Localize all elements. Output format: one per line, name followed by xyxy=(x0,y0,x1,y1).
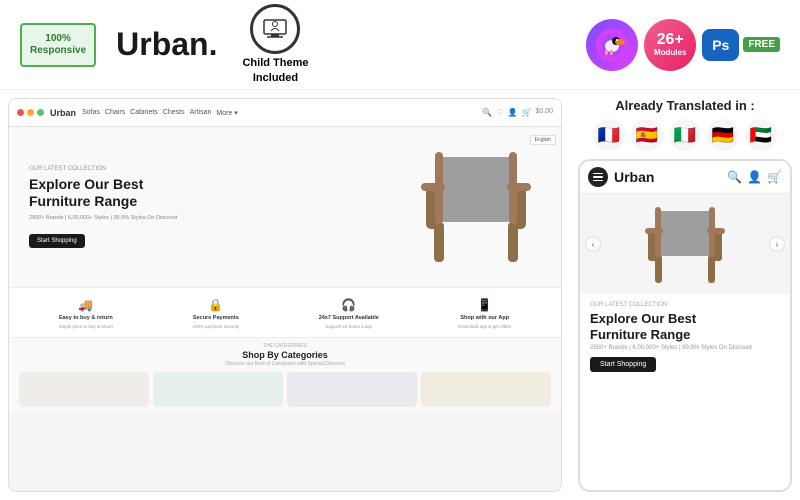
categories-sub: THE CATEGORIES xyxy=(19,343,551,349)
mobile-logo: Urban xyxy=(614,169,654,185)
preview-features: 🚚 Easy to buy & return Single price to b… xyxy=(9,287,561,337)
child-theme-badge: Child Theme Included xyxy=(242,4,308,85)
browser-menu: Sofas Chairs Cabinets Chests Artisan Mor… xyxy=(82,109,238,117)
mobile-cart-icon[interactable]: 🛒 xyxy=(767,170,782,184)
feature-item-delivery: 🚚 Easy to buy & return Single price to b… xyxy=(59,298,113,327)
toucan-icon xyxy=(586,19,638,71)
feature-label: Secure Payments xyxy=(193,315,239,321)
responsive-badge: 100% Responsive xyxy=(20,23,96,67)
menu-line xyxy=(593,176,603,178)
flag-spain: 🇪🇸 xyxy=(631,119,663,151)
translated-section: Already Translated in : 🇫🇷 🇪🇸 🇮🇹 🇩🇪 🇦🇪 xyxy=(578,98,792,151)
category-item-3 xyxy=(287,372,417,407)
browser-nav: Urban Sofas Chairs Cabinets Chests Artis… xyxy=(50,108,238,118)
feature-label: Easy to buy & return xyxy=(59,315,113,321)
flag-italy: 🇮🇹 xyxy=(669,119,701,151)
header: 100% Responsive Urban. Child Theme Inclu… xyxy=(0,0,800,90)
translated-label: Already Translated in : xyxy=(578,98,792,113)
modules-badge: 26+ Modules xyxy=(644,19,696,71)
flag-uae: 🇦🇪 xyxy=(745,119,777,151)
mobile-icons: 🔍 👤 🛒 xyxy=(727,170,782,184)
flags-row: 🇫🇷 🇪🇸 🇮🇹 🇩🇪 🇦🇪 xyxy=(578,119,792,151)
hero-subtitle: 2500+ Brands | 6,00,000+ Styles | 99.9% … xyxy=(29,215,177,221)
brand-logo: Urban. xyxy=(116,26,217,63)
feature-sub: Download app & get offers xyxy=(458,324,511,329)
dot-yellow xyxy=(27,109,34,116)
app-icon: 📱 xyxy=(477,298,492,312)
category-item-2 xyxy=(153,372,283,407)
mobile-collection-label: OUR LATEST COLLECTION xyxy=(590,302,780,308)
mobile-content: OUR LATEST COLLECTION Explore Our Best F… xyxy=(580,294,790,380)
dot-red xyxy=(17,109,24,116)
mobile-hero: ‹ › xyxy=(580,194,790,294)
ps-group: Ps FREE xyxy=(702,29,780,61)
delivery-icon: 🚚 xyxy=(78,298,93,312)
child-theme-text: Child Theme Included xyxy=(242,56,308,85)
free-tag: FREE xyxy=(743,37,780,52)
child-theme-icon xyxy=(250,4,300,54)
browser-icons: 🔍 ♡ 👤 🛒 $0.00 xyxy=(482,108,553,117)
mobile-preview: Urban 🔍 👤 🛒 ‹ xyxy=(578,159,792,492)
hero-cta-button[interactable]: Start Shopping xyxy=(29,234,85,248)
mobile-search-icon[interactable]: 🔍 xyxy=(727,170,742,184)
feature-label: Shop with our App xyxy=(460,315,509,321)
mobile-cta-button[interactable]: Start Shopping xyxy=(590,357,656,372)
hero-chair xyxy=(411,137,541,277)
lang-selector[interactable]: English xyxy=(530,135,556,145)
feature-sub: Single price to buy & return xyxy=(59,324,113,329)
menu-line xyxy=(593,173,603,175)
desktop-preview: Urban Sofas Chairs Cabinets Chests Artis… xyxy=(8,98,562,492)
category-item-4 xyxy=(421,372,551,407)
preview-hero: OUR LATEST COLLECTION Explore Our Best F… xyxy=(9,127,561,287)
feature-item-support: 🎧 24x7 Support Available Support 24 hour… xyxy=(319,298,379,327)
mobile-menu-icon[interactable] xyxy=(588,167,608,187)
flag-france: 🇫🇷 xyxy=(593,119,625,151)
feature-label: 24x7 Support Available xyxy=(319,315,379,321)
mobile-prev-button[interactable]: ‹ xyxy=(585,236,601,252)
mobile-next-button[interactable]: › xyxy=(769,236,785,252)
mobile-account-icon[interactable]: 👤 xyxy=(747,170,762,184)
hero-title: Explore Our Best Furniture Range xyxy=(29,176,177,210)
flag-germany: 🇩🇪 xyxy=(707,119,739,151)
feature-item-payments: 🔒 Secure Payments 100% payment security xyxy=(192,298,239,327)
feature-sub: Support 24 hours a day xyxy=(325,324,372,329)
ps-badge: Ps xyxy=(702,29,739,61)
support-icon: 🎧 xyxy=(341,298,356,312)
browser-bar: Urban Sofas Chairs Cabinets Chests Artis… xyxy=(9,99,561,127)
feature-sub: 100% payment security xyxy=(192,324,239,329)
dot-green xyxy=(37,109,44,116)
modules-group: 26+ Modules Ps FREE xyxy=(586,19,780,71)
secure-icon: 🔒 xyxy=(208,298,223,312)
mobile-header: Urban 🔍 👤 🛒 xyxy=(580,161,790,194)
hero-text-area: OUR LATEST COLLECTION Explore Our Best F… xyxy=(9,151,197,263)
main-content: Urban Sofas Chairs Cabinets Chests Artis… xyxy=(0,90,800,500)
feature-item-app: 📱 Shop with our App Download app & get o… xyxy=(458,298,511,327)
categories-grid xyxy=(19,372,551,407)
menu-line xyxy=(593,180,603,182)
categories-desc: Discover our Best of Categories with Spe… xyxy=(19,361,551,367)
mobile-hero-subtitle: 2500+ Brands | 6,00,000+ Styles | 99.9% … xyxy=(590,345,780,351)
mobile-hero-title: Explore Our Best Furniture Range xyxy=(590,311,780,342)
category-item-1 xyxy=(19,372,149,407)
categories-title: Shop By Categories xyxy=(19,350,551,360)
hero-collection-label: OUR LATEST COLLECTION xyxy=(29,166,177,172)
browser-dots xyxy=(17,109,44,116)
categories-section: THE CATEGORIES Shop By Categories Discov… xyxy=(9,337,561,412)
right-panel: Already Translated in : 🇫🇷 🇪🇸 🇮🇹 🇩🇪 🇦🇪 xyxy=(570,90,800,500)
